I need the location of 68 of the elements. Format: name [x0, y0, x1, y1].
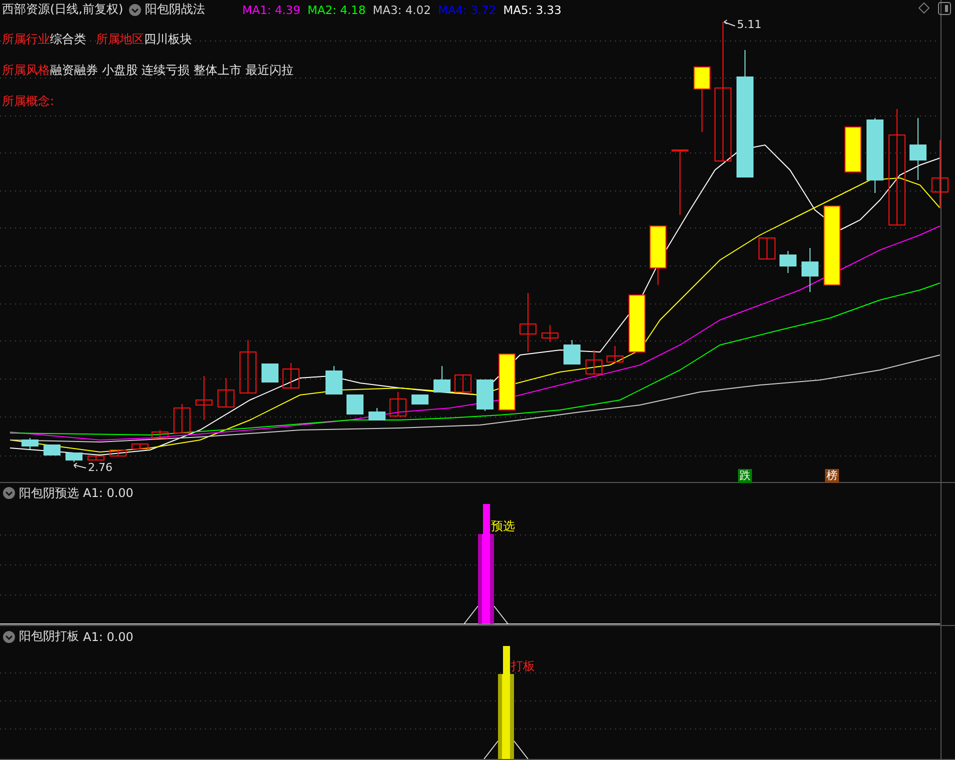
info-label: 所属风格 — [2, 62, 50, 79]
panel-toggle-icon[interactable] — [938, 2, 951, 15]
signal-label: 打板 — [511, 658, 535, 676]
dropdown-icon[interactable] — [129, 4, 142, 16]
candlestick — [196, 376, 212, 420]
indicator-reading: A1: 0.00 — [83, 630, 134, 644]
indicator-reading: A1: 0.00 — [83, 486, 134, 500]
candlestick — [586, 350, 602, 374]
candlestick — [412, 394, 428, 404]
candlestick — [390, 392, 406, 416]
indicator-title: 阳包阴打板 — [19, 628, 79, 646]
high-price-label: 5.11 — [737, 18, 762, 31]
candlestick — [218, 378, 234, 408]
info-value: 综合类 — [50, 31, 86, 48]
candlestick — [22, 438, 38, 450]
low-marker-arrow — [74, 462, 86, 468]
signal-badge: 跌 — [738, 469, 752, 483]
candlestick — [88, 456, 104, 460]
candlestick — [66, 452, 82, 462]
candlestick — [434, 366, 450, 392]
info-label: 所属概念: — [2, 93, 54, 110]
candlestick — [498, 354, 516, 410]
candlestick — [520, 292, 536, 352]
candlestick — [910, 118, 926, 180]
info-value: 四川板块 — [144, 31, 192, 48]
candlestick — [844, 126, 862, 172]
candlestick — [672, 150, 688, 216]
ma-reading: MA3: 4.02 — [372, 2, 431, 16]
candlestick — [780, 250, 796, 274]
signal-label: 预选 — [491, 518, 515, 535]
candlestick — [650, 226, 666, 286]
ma-reading: MA2: 4.18 — [307, 2, 366, 16]
candlestick — [346, 394, 364, 414]
candlestick — [152, 430, 168, 438]
candlestick — [132, 444, 148, 450]
candlestick — [758, 238, 776, 260]
high-marker-arrow — [724, 20, 736, 26]
candlestick — [628, 294, 646, 352]
candlestick — [262, 364, 278, 382]
candlestick — [282, 362, 300, 388]
candlestick — [564, 340, 580, 364]
stock-title: 西部资源(日线,前复权) — [2, 1, 124, 18]
candlestick — [240, 340, 256, 394]
candlestick — [174, 404, 190, 434]
diamond-icon[interactable] — [918, 2, 930, 14]
candlestick — [44, 444, 60, 456]
candlestick — [326, 366, 342, 394]
formula-name[interactable]: 阳包阴战法 — [145, 1, 206, 18]
dropdown-icon[interactable] — [3, 487, 15, 500]
candlestick — [476, 380, 494, 412]
ma-reading: MA1: 4.39 — [242, 2, 300, 16]
candlestick — [368, 408, 386, 420]
dropdown-icon[interactable] — [3, 630, 15, 643]
candlestick — [802, 248, 818, 292]
candlestick — [110, 450, 126, 456]
indicator-title: 阳包阴预选 — [19, 484, 79, 502]
candlestick — [932, 140, 948, 208]
ma-reading: MA5: 3.33 — [503, 2, 562, 16]
signal-badge: 榜 — [825, 469, 839, 483]
candlestick — [542, 324, 558, 342]
info-label: 所属行业 — [2, 31, 50, 48]
candlestick — [454, 374, 472, 392]
candlestick — [606, 346, 624, 362]
info-label: 所属地区 — [96, 31, 144, 48]
info-value: 融资融券 小盘股 连续亏损 整体上市 最近闪拉 — [50, 62, 294, 79]
ma-reading: MA4: 3.72 — [438, 2, 496, 16]
candlestick — [694, 66, 710, 132]
low-price-label: 2.76 — [88, 462, 112, 474]
